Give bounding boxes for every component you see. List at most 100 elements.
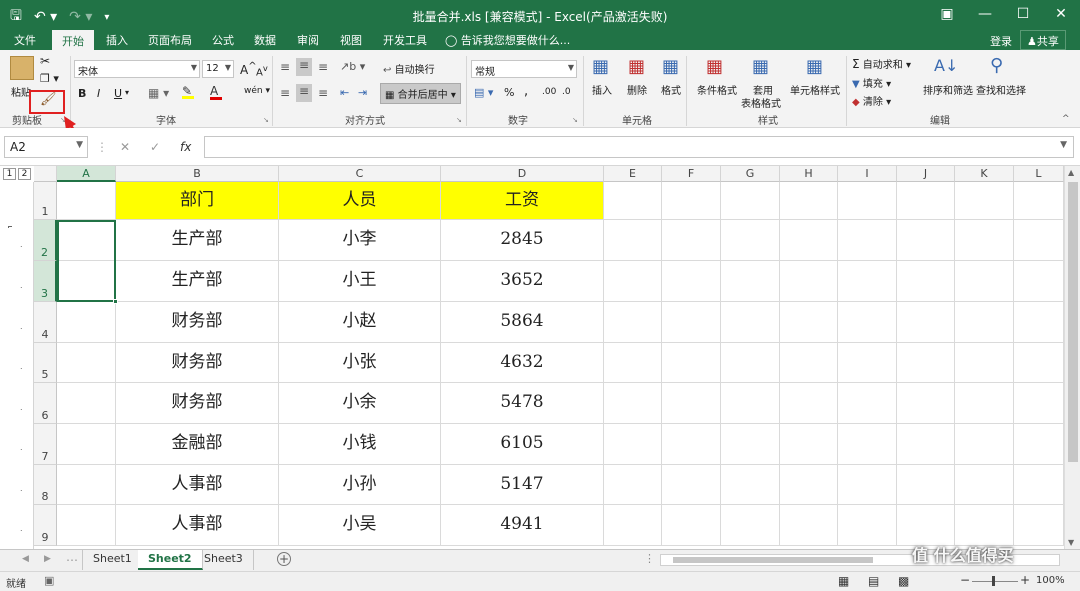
table-cell[interactable] — [955, 465, 1014, 505]
currency-icon[interactable]: ▤ ▾ — [474, 86, 493, 99]
active-cell-selection[interactable] — [57, 220, 118, 304]
scroll-up-icon[interactable]: ▲ — [1068, 168, 1074, 177]
fill-button[interactable]: ▼ 填充 ▾ — [852, 75, 891, 90]
table-cell[interactable]: 4632 — [441, 343, 604, 383]
table-cell[interactable] — [604, 261, 662, 302]
table-cell[interactable] — [662, 182, 721, 220]
tab-home[interactable]: 开始 — [52, 30, 94, 50]
delete-cells-label[interactable]: 删除 — [627, 82, 647, 97]
zoom-in-icon[interactable]: + — [1020, 573, 1030, 587]
table-cell[interactable] — [838, 220, 897, 261]
table-cell[interactable] — [1014, 383, 1064, 424]
tab-page-layout[interactable]: 页面布局 — [148, 32, 192, 48]
align-right-icon[interactable]: ≡ — [318, 86, 328, 100]
row-header-1[interactable]: 1 — [34, 182, 57, 220]
table-cell[interactable] — [955, 424, 1014, 465]
header-cell[interactable]: 人员 — [279, 182, 441, 220]
close-button[interactable]: ✕ — [1042, 0, 1080, 30]
tab-insert[interactable]: 插入 — [106, 32, 128, 48]
table-cell[interactable] — [897, 182, 955, 220]
orientation-icon[interactable]: ↗b ▾ — [340, 60, 365, 73]
table-cell[interactable] — [662, 505, 721, 546]
table-cell[interactable] — [1014, 220, 1064, 261]
table-cell[interactable] — [721, 465, 780, 505]
expand-formula-icon[interactable]: ▼ — [1060, 140, 1067, 150]
table-cell[interactable]: 小钱 — [279, 424, 441, 465]
table-cell[interactable] — [662, 383, 721, 424]
table-cell[interactable] — [897, 505, 955, 546]
table-cell[interactable] — [662, 343, 721, 383]
table-cell[interactable] — [57, 383, 116, 424]
page-break-view-icon[interactable]: ▩ — [898, 574, 909, 588]
table-cell[interactable] — [1014, 261, 1064, 302]
tab-view[interactable]: 视图 — [340, 32, 362, 48]
table-cell[interactable] — [780, 302, 838, 343]
formula-input[interactable]: ▼ — [204, 136, 1074, 158]
fill-color-icon[interactable]: ✎ — [182, 84, 194, 99]
format-as-table-label2[interactable]: 表格格式 — [741, 95, 781, 110]
insert-cells-icon[interactable]: ▦ — [592, 56, 609, 77]
vertical-scrollbar[interactable]: ▲ ▼ — [1064, 166, 1080, 549]
table-cell[interactable]: 财务部 — [116, 302, 279, 343]
table-cell[interactable] — [721, 182, 780, 220]
table-cell[interactable]: 人事部 — [116, 505, 279, 546]
header-cell[interactable]: 工资 — [441, 182, 604, 220]
sheet-tab-3[interactable]: Sheet3 — [194, 550, 254, 570]
table-cell[interactable] — [57, 343, 116, 383]
number-format-combo[interactable]: 常规 ▼ — [471, 60, 577, 78]
table-cell[interactable]: 2845 — [441, 220, 604, 261]
table-cell[interactable]: 小赵 — [279, 302, 441, 343]
underline-button[interactable]: U — [114, 87, 122, 100]
normal-view-icon[interactable]: ▦ — [838, 574, 849, 588]
table-cell[interactable] — [838, 505, 897, 546]
format-as-table-icon[interactable]: ▦ — [752, 56, 769, 77]
comma-button[interactable]: , — [524, 84, 528, 99]
table-cell[interactable] — [955, 343, 1014, 383]
table-cell[interactable] — [721, 424, 780, 465]
bold-button[interactable]: B — [78, 87, 86, 100]
minimize-button[interactable]: — — [966, 0, 1004, 30]
table-cell[interactable] — [838, 302, 897, 343]
table-cell[interactable]: 3652 — [441, 261, 604, 302]
decrease-decimal-icon[interactable]: .0 — [562, 87, 571, 97]
clear-button[interactable]: ◆ 清除 ▾ — [852, 93, 891, 108]
table-cell[interactable] — [780, 505, 838, 546]
table-cell[interactable] — [780, 220, 838, 261]
zoom-slider[interactable] — [972, 576, 1018, 586]
border-icon[interactable]: ▦ ▾ — [148, 86, 169, 100]
tab-file[interactable]: 文件 — [14, 32, 36, 48]
outline-level-2-button[interactable]: 2 — [18, 168, 31, 180]
font-color-icon[interactable]: A — [210, 84, 222, 100]
paste-label[interactable]: 粘贴 — [11, 84, 31, 99]
increase-decimal-icon[interactable]: .00 — [542, 87, 556, 97]
table-cell[interactable] — [604, 465, 662, 505]
column-header-h[interactable]: H — [780, 166, 838, 182]
table-cell[interactable]: 生产部 — [116, 220, 279, 261]
table-cell[interactable] — [897, 343, 955, 383]
insert-cells-label[interactable]: 插入 — [592, 82, 612, 97]
row-header-5[interactable]: 5 — [34, 343, 57, 383]
table-cell[interactable] — [662, 261, 721, 302]
cut-icon[interactable]: ✂ — [40, 54, 50, 68]
column-header-f[interactable]: F — [662, 166, 721, 182]
increase-indent-icon[interactable]: ⇥ — [358, 86, 367, 99]
align-top-icon[interactable]: ≡ — [280, 60, 290, 74]
row-header-9[interactable]: 9 — [34, 505, 57, 546]
number-launcher-icon[interactable]: ↘ — [572, 116, 578, 124]
merge-center-button[interactable]: ▦ 合并后居中 ▾ — [380, 83, 461, 104]
cell-styles-label[interactable]: 单元格样式 — [790, 82, 840, 97]
column-header-g[interactable]: G — [721, 166, 780, 182]
table-cell[interactable] — [955, 383, 1014, 424]
row-header-4[interactable]: 4 — [34, 302, 57, 343]
table-cell[interactable] — [57, 465, 116, 505]
column-header-i[interactable]: I — [838, 166, 897, 182]
table-cell[interactable] — [604, 343, 662, 383]
table-cell[interactable] — [897, 261, 955, 302]
row-header-7[interactable]: 7 — [34, 424, 57, 465]
table-cell[interactable] — [604, 302, 662, 343]
tell-me-box[interactable]: ◯ 告诉我您想要做什么... — [445, 32, 570, 48]
phonetic-icon[interactable]: wén ▾ — [244, 86, 270, 96]
tab-review[interactable]: 审阅 — [297, 32, 319, 48]
table-cell[interactable] — [897, 302, 955, 343]
row-header-3[interactable]: 3 — [34, 261, 57, 302]
